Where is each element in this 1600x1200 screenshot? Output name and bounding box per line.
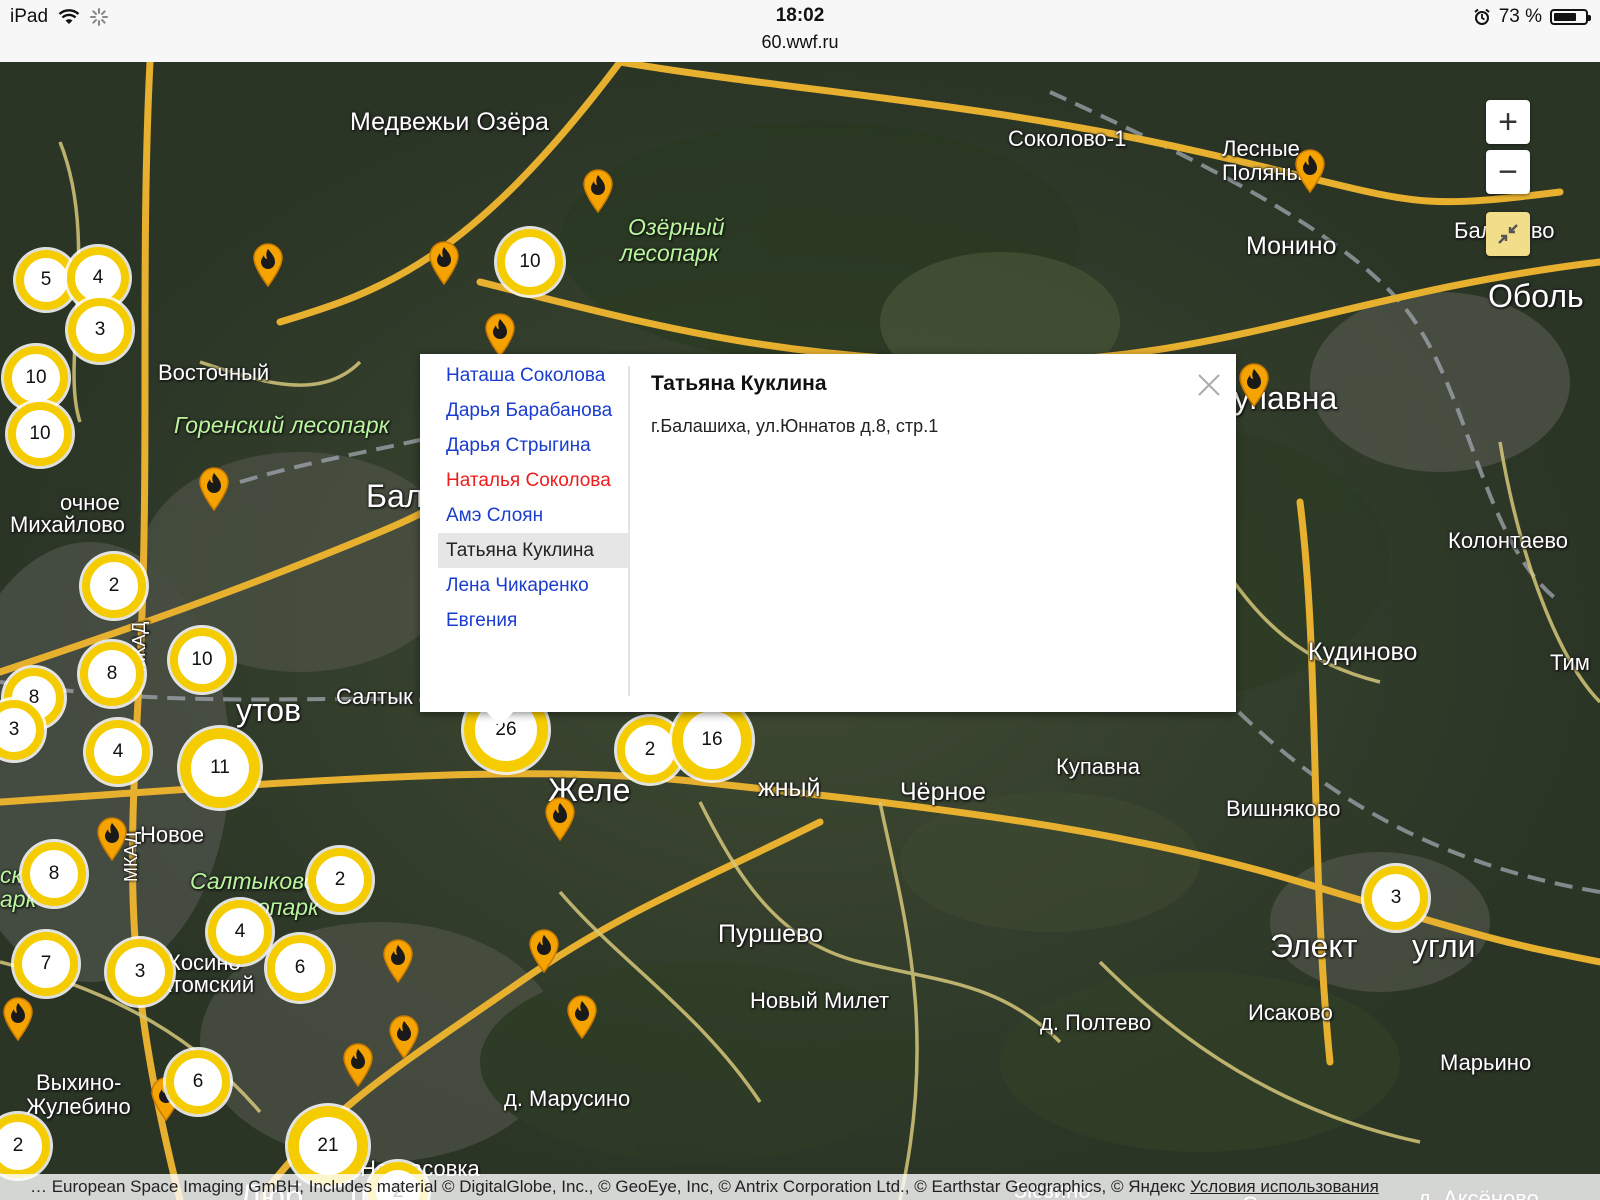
- place-label: угли: [1412, 928, 1476, 964]
- place-label: Вишняково: [1226, 796, 1341, 821]
- fire-pin-icon[interactable]: [1237, 361, 1271, 407]
- place-label: д. Полтево: [1040, 1010, 1152, 1035]
- park-label: Озёрный: [628, 214, 725, 240]
- battery-icon: [1550, 9, 1591, 25]
- place-label: Купавна: [1056, 754, 1141, 779]
- balloon-list-item[interactable]: Амэ Слоян: [438, 498, 628, 533]
- marker-cluster[interactable]: 4: [86, 720, 150, 784]
- balloon-list-item[interactable]: Дарья Стрыгина: [438, 428, 628, 463]
- fire-pin-icon[interactable]: [581, 167, 615, 213]
- fire-pin-icon[interactable]: [341, 1041, 375, 1087]
- fire-pin-icon[interactable]: [197, 465, 231, 511]
- place-label: Восточный: [158, 360, 270, 385]
- place-label: Михайлово: [10, 512, 125, 537]
- place-label: Колонтаево: [1448, 528, 1569, 553]
- fire-pin-icon[interactable]: [251, 241, 285, 287]
- fullscreen-button[interactable]: [1486, 212, 1530, 256]
- marker-cluster[interactable]: 4: [208, 900, 272, 964]
- place-label: Соколово-1: [1008, 126, 1127, 151]
- place-label: Монино: [1246, 232, 1337, 260]
- battery-level: [1554, 13, 1576, 21]
- info-balloon: Наташа Соколова Дарья Барабанова Дарья Стр…: [420, 354, 1236, 712]
- place-label: Исаково: [1248, 1000, 1333, 1025]
- address-bar[interactable]: 60.wwf.ru: [0, 32, 1600, 53]
- place-label: очное: [60, 490, 120, 515]
- balloon-list[interactable]: Наташа Соколова Дарья Барабанова Дарья Стр…: [438, 366, 630, 696]
- place-label: Лесные: [1222, 136, 1300, 161]
- clock: 18:02: [775, 5, 825, 26]
- zoom-in-button[interactable]: +: [1486, 100, 1530, 144]
- close-icon[interactable]: [1196, 372, 1222, 398]
- zoom-out-button[interactable]: −: [1486, 150, 1530, 194]
- marker-cluster[interactable]: 10: [8, 402, 72, 466]
- place-label: Новое: [140, 822, 205, 847]
- place-label: Жулебино: [26, 1094, 131, 1119]
- marker-cluster[interactable]: 10: [170, 628, 234, 692]
- balloon-list-item[interactable]: Евгения: [438, 603, 628, 638]
- status-right: 73 %: [1473, 6, 1591, 28]
- place-label: жный: [758, 774, 821, 802]
- place-label: Выхино-: [36, 1070, 122, 1095]
- balloon-list-item[interactable]: Наташа Соколова: [438, 366, 628, 393]
- place-label: Элект: [1270, 928, 1358, 964]
- marker-cluster[interactable]: 10: [4, 346, 68, 410]
- marker-cluster[interactable]: 16: [672, 700, 752, 780]
- balloon-tail: [486, 711, 514, 727]
- battery-percent: 73 %: [1498, 6, 1542, 27]
- place-label: Салтык: [336, 684, 413, 709]
- place-label: Чёрное: [900, 778, 987, 806]
- balloon-list-item[interactable]: Дарья Барабанова: [438, 393, 628, 428]
- park-label: Горенский лесопарк: [174, 412, 390, 438]
- fire-pin-icon[interactable]: [95, 815, 129, 861]
- place-label: Тим: [1550, 650, 1590, 675]
- place-label: Оболь: [1488, 278, 1584, 314]
- fire-pin-icon[interactable]: [527, 927, 561, 973]
- place-label: д. Марусино: [504, 1086, 631, 1111]
- marker-cluster[interactable]: 2: [308, 848, 372, 912]
- collapse-arrows-icon: [1498, 224, 1518, 244]
- balloon-list-item[interactable]: Наталья Соколова: [438, 463, 628, 498]
- fire-pin-icon[interactable]: [1293, 147, 1327, 193]
- terms-link[interactable]: Условия использования: [1190, 1177, 1379, 1196]
- marker-cluster[interactable]: 7: [14, 932, 78, 996]
- marker-cluster[interactable]: 8: [80, 642, 144, 706]
- alarm-icon: [1474, 8, 1490, 25]
- fire-pin-icon[interactable]: [543, 795, 577, 841]
- marker-cluster[interactable]: 10: [497, 229, 563, 295]
- place-label: Медвежьи Озёра: [350, 108, 549, 136]
- attribution-text: … European Space Imaging GmBH, Includes …: [30, 1177, 1191, 1196]
- marker-cluster[interactable]: 6: [267, 935, 333, 1001]
- balloon-address: г.Балашиха, ул.Юннатов д.8, стр.1: [651, 416, 939, 436]
- fire-pin-icon[interactable]: [381, 937, 415, 983]
- fire-pin-icon[interactable]: [427, 239, 461, 285]
- marker-cluster[interactable]: 3: [107, 939, 173, 1005]
- balloon-list-item[interactable]: Лена Чикаренко: [438, 568, 628, 603]
- place-label: утов: [236, 692, 302, 728]
- place-label: Пуршево: [718, 920, 823, 948]
- status-bar: iPad 18:02 60.wwf.ru 73 %: [0, 0, 1600, 63]
- map-attribution: … European Space Imaging GmBH, Includes …: [0, 1174, 1600, 1200]
- marker-cluster[interactable]: 3: [68, 298, 132, 362]
- place-label: Марьино: [1440, 1050, 1532, 1075]
- fire-pin-icon[interactable]: [565, 993, 599, 1039]
- fire-pin-icon[interactable]: [387, 1013, 421, 1059]
- marker-cluster[interactable]: 2: [82, 554, 146, 618]
- marker-cluster[interactable]: 8: [22, 842, 86, 906]
- marker-cluster[interactable]: 3: [1364, 866, 1428, 930]
- balloon-title: Татьяна Куклина: [651, 372, 827, 395]
- marker-cluster[interactable]: 11: [180, 728, 260, 808]
- fire-pin-icon[interactable]: [1, 995, 35, 1041]
- place-label: Кудиново: [1308, 638, 1418, 666]
- place-label: Новый Милет: [750, 988, 890, 1013]
- marker-cluster[interactable]: 6: [166, 1050, 230, 1114]
- fire-pin-icon[interactable]: [483, 311, 517, 357]
- park-label: лесопарк: [620, 240, 719, 266]
- place-label: Бал: [366, 478, 424, 514]
- balloon-list-item[interactable]: Татьяна Куклина: [438, 533, 628, 568]
- place-label: Поляны: [1222, 160, 1303, 185]
